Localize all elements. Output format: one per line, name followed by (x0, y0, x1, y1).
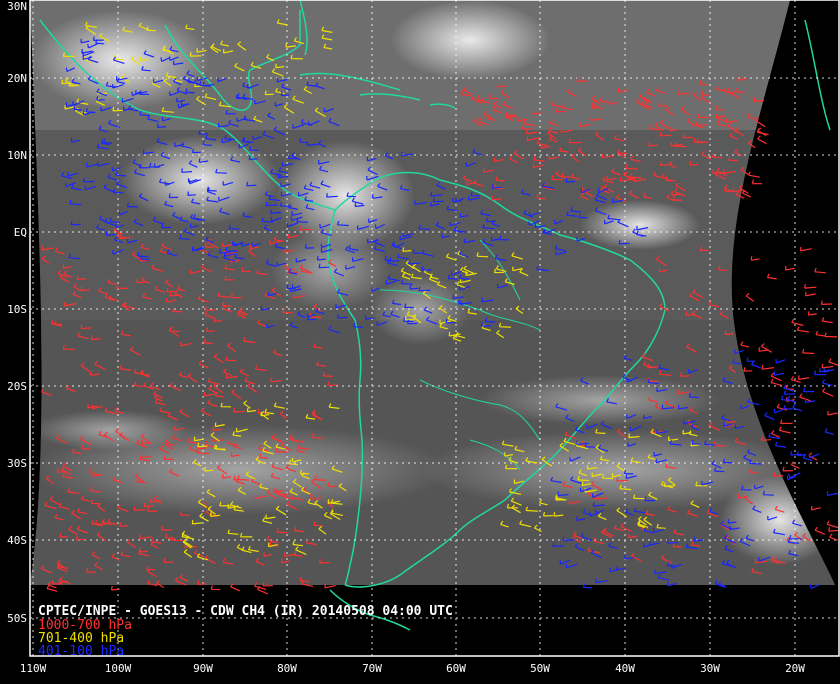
latitude-label: 30N (7, 0, 27, 13)
latitude-label: 40S (7, 534, 27, 547)
satellite-imagery (30, 0, 835, 585)
latitude-label: 30S (7, 457, 27, 470)
latitude-label: EQ (14, 226, 27, 239)
map-caption: CPTEC/INPE - GOES13 - CDW CH4 (IR) 20140… (38, 604, 453, 619)
latitude-label: 50S (7, 612, 27, 625)
latitude-label: 10N (7, 149, 27, 162)
longitude-label: 60W (446, 662, 466, 675)
latitude-label: 10S (7, 303, 27, 316)
longitude-label: 100W (105, 662, 132, 675)
satellite-wind-map: 30N 20N 10N EQ 10S 20S 30S 40S 50S 110W 100W 90W 80… (0, 0, 840, 680)
longitude-label: 20W (785, 662, 805, 675)
legend-high-level: 401-100 hPa (38, 644, 124, 659)
longitude-label: 80W (277, 662, 297, 675)
map-canvas: 30N 20N 10N EQ 10S 20S 30S 40S 50S 110W 100W 90W 80… (0, 0, 840, 680)
longitude-label: 30W (700, 662, 720, 675)
longitude-label: 110W (20, 662, 47, 675)
longitude-label: 50W (530, 662, 550, 675)
longitude-label: 40W (615, 662, 635, 675)
longitude-label: 70W (362, 662, 382, 675)
latitude-label: 20N (7, 72, 27, 85)
latitude-label: 20S (7, 380, 27, 393)
longitude-label: 90W (193, 662, 213, 675)
